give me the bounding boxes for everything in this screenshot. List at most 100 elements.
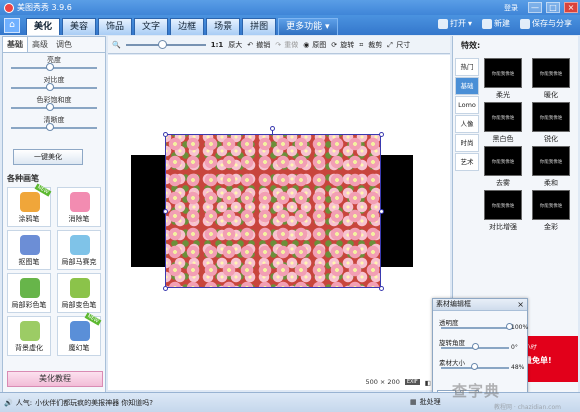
slider-knob[interactable]	[46, 103, 54, 111]
slider-knob[interactable]	[46, 83, 54, 91]
folder-icon	[437, 18, 448, 29]
category-art[interactable]: 艺术	[455, 153, 479, 171]
slider-knob[interactable]	[46, 123, 54, 131]
tab-text[interactable]: 文字	[134, 18, 169, 35]
category-basic[interactable]: 基础	[455, 77, 479, 95]
save-share-label: 保存与分享	[532, 19, 572, 28]
sharpness-label: 清晰度	[43, 116, 65, 124]
effect-thumbnail: 你能我像谁	[532, 58, 570, 88]
crop-button[interactable]: ⌗ 裁剪	[359, 40, 382, 50]
minimize-button[interactable]: —	[528, 2, 542, 13]
login-link[interactable]: 登录	[504, 3, 518, 13]
zoom-out-icon[interactable]: 🔍	[112, 41, 121, 49]
saturation-slider[interactable]: 色彩饱和度	[3, 93, 105, 113]
sharpness-slider[interactable]: 清晰度	[3, 113, 105, 133]
effect-label: 柔光	[496, 91, 510, 99]
effect-soft[interactable]: 你能我像谁 柔和	[529, 146, 573, 188]
category-lomo[interactable]: Lomo	[455, 96, 479, 114]
beautify-tutorial-button[interactable]: 美化教程	[7, 371, 103, 387]
slider-knob[interactable]	[46, 63, 54, 71]
material-size-knob[interactable]	[470, 363, 478, 370]
actual-size-button[interactable]: 1:1	[211, 41, 224, 49]
tab-basic[interactable]: 基础	[3, 37, 28, 52]
resize-handle-bottom-left[interactable]	[163, 286, 168, 291]
resize-handle-top-right[interactable]	[379, 132, 384, 137]
material-size-value: 48%	[511, 364, 525, 371]
undo-label: 撤销	[256, 40, 271, 49]
status-message[interactable]: 小伙伴们都玩疯的美报神器 你知道吗?	[35, 398, 153, 408]
zoom-knob[interactable]	[157, 39, 167, 49]
editing-canvas[interactable]	[108, 55, 450, 390]
close-button[interactable]: ×	[564, 2, 578, 13]
effect-contrast[interactable]: 你能我像谁 对比增强	[481, 190, 525, 232]
rotate-angle-knob[interactable]	[472, 343, 479, 350]
brush-cutout[interactable]: 抠图笔	[7, 230, 51, 270]
rotate-button[interactable]: ⟳ 旋转	[331, 40, 354, 50]
main-tab-bar: ⌂ 美化 美容 饰品 文字 边框 场景 拼图 更多功能 ▾ 打开 ▾ 新建 保存…	[0, 15, 580, 35]
effect-sharpen[interactable]: 你能我像谁 锐化	[529, 102, 573, 144]
tab-scene[interactable]: 场景	[206, 18, 241, 35]
contrast-slider[interactable]: 对比度	[3, 73, 105, 93]
category-fashion[interactable]: 时尚	[455, 134, 479, 152]
crayon-icon	[20, 192, 40, 212]
material-size-row: 素材大小 48%	[433, 351, 527, 371]
undo-button[interactable]: ↶ 撤销	[247, 40, 270, 50]
brightness-slider[interactable]: 亮度	[3, 53, 105, 73]
home-icon[interactable]: ⌂	[4, 18, 20, 33]
brush-magic[interactable]: NEW 魔幻笔	[57, 312, 102, 356]
magic-pen-icon	[70, 321, 90, 341]
tab-border[interactable]: 边框	[170, 18, 205, 35]
tab-advanced[interactable]: 高级	[28, 37, 52, 52]
exif-button[interactable]: EXIF	[404, 379, 420, 385]
maximize-button[interactable]: □	[546, 2, 560, 13]
rotate-handle[interactable]	[270, 126, 275, 131]
thumb-text: 你能我像谁	[539, 204, 563, 209]
main-tabs: 美化 美容 饰品 文字 边框 场景 拼图 更多功能 ▾	[26, 18, 338, 35]
effect-warm[interactable]: 你能我像谁 暖化	[529, 58, 573, 100]
new-button[interactable]: 新建	[482, 18, 510, 29]
crop-icon: ⌗	[359, 40, 364, 49]
tab-face[interactable]: 美容	[62, 18, 97, 35]
brush-label: 背景虚化	[15, 344, 43, 352]
tab-decoration[interactable]: 饰品	[98, 18, 133, 35]
brush-local-color[interactable]: 局部彩色笔	[7, 273, 51, 313]
opacity-slider[interactable]	[441, 327, 509, 329]
category-hot[interactable]: 热门	[455, 58, 479, 76]
resize-button[interactable]: ⤢ 尺寸	[387, 40, 410, 50]
effect-thumbnail: 你能我像谁	[484, 58, 522, 88]
original-size-button[interactable]: 原大	[228, 40, 242, 50]
original-label: 原图	[312, 40, 327, 49]
effect-black-white[interactable]: 你能我像谁 黑白色	[481, 102, 525, 144]
original-image-button[interactable]: ◉ 原图	[303, 40, 326, 50]
effect-soft-light[interactable]: 你能我像谁 柔光	[481, 58, 525, 100]
tab-color-tone[interactable]: 调色	[52, 37, 76, 52]
flower-photo[interactable]	[165, 134, 381, 288]
batch-icon: ▦	[410, 398, 417, 406]
brush-mosaic[interactable]: 局部马赛克	[57, 230, 101, 270]
zoom-slider[interactable]	[125, 39, 206, 49]
resize-handle-right[interactable]	[379, 209, 384, 214]
brush-graffiti[interactable]: NEW 涂鸦笔	[7, 183, 52, 227]
canvas-toolbar: 🔍 1:1 原大 ↶ 撤销 ↷ 重做 ◉ 原图 ⟳ 旋转 ⌗ 裁剪 ⤢ 尺寸	[108, 36, 450, 54]
actual-size-label: 1:1	[210, 40, 224, 49]
save-share-button[interactable]: 保存与分享	[520, 18, 572, 29]
brush-background-blur[interactable]: 背景虚化	[7, 316, 51, 356]
left-panel: 基础 高级 调色 亮度 对比度 色彩饱和度 清晰度 一键美化 各种画笔 NEW 涂…	[2, 36, 106, 408]
tab-more-features[interactable]: 更多功能 ▾	[278, 18, 338, 35]
resize-handle-bottom-right[interactable]	[379, 286, 384, 291]
one-key-beautify-button[interactable]: 一键美化	[13, 149, 83, 165]
effect-label: 柔和	[544, 179, 558, 187]
resize-handle-top-left[interactable]	[163, 132, 168, 137]
redo-button[interactable]: ↷ 重做	[275, 40, 298, 50]
tab-collage[interactable]: 拼图	[242, 18, 277, 35]
effect-dehaze[interactable]: 你能我像谁 去雾	[481, 146, 525, 188]
tab-beautify[interactable]: 美化	[26, 18, 61, 35]
batch-button[interactable]: ▦ 批处理	[410, 397, 441, 407]
open-button[interactable]: 打开 ▾	[437, 18, 472, 29]
brush-eraser[interactable]: 消除笔	[57, 187, 101, 227]
resize-handle-left[interactable]	[163, 209, 168, 214]
popup-close-icon[interactable]: ×	[517, 299, 524, 310]
brush-recolor[interactable]: 局部变色笔	[57, 273, 101, 313]
effect-gold[interactable]: 你能我像谁 金彩	[529, 190, 573, 232]
category-portrait[interactable]: 人像	[455, 115, 479, 133]
